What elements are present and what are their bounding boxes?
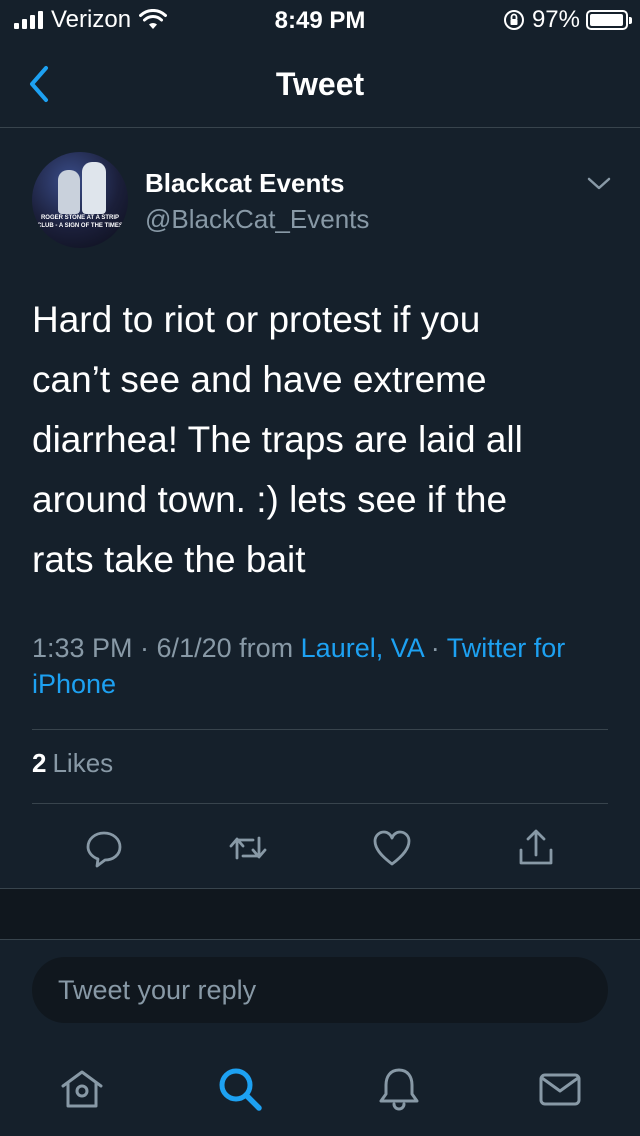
divider — [0, 939, 640, 940]
bell-icon — [379, 1068, 419, 1111]
page-title: Tweet — [275, 66, 365, 102]
tab-notifications[interactable] — [374, 1064, 424, 1114]
divider — [32, 729, 608, 730]
chevron-down-icon — [587, 177, 611, 190]
orientation-lock-icon — [503, 10, 524, 30]
location-link[interactable]: Laurel, VA — [301, 633, 424, 663]
avatar-caption: ROGER STONE AT A STRIP CLUB - A SIGN OF … — [37, 215, 123, 229]
display-name[interactable]: Blackcat Events — [145, 168, 344, 199]
tweet-timestamp: 1:33 PM · 6/1/20 — [32, 633, 232, 663]
home-icon — [61, 1070, 103, 1108]
avatar-figure — [58, 170, 80, 214]
search-icon — [219, 1068, 262, 1111]
share-button[interactable] — [514, 826, 558, 870]
likes-count: 2 — [32, 748, 47, 778]
tab-bar — [0, 1040, 640, 1136]
heart-icon — [373, 830, 411, 866]
tab-home[interactable] — [57, 1064, 107, 1114]
reply-input[interactable]: Tweet your reply — [32, 957, 608, 1023]
more-options-button[interactable] — [586, 174, 612, 194]
user-handle[interactable]: @BlackCat_Events — [145, 204, 369, 235]
share-icon — [519, 829, 553, 865]
nav-bar: Tweet — [0, 40, 640, 128]
status-bar: Verizon 8:49 PM 97% — [0, 0, 640, 40]
retweet-button[interactable] — [226, 826, 270, 870]
retweet-icon — [229, 836, 267, 860]
divider — [32, 803, 608, 804]
status-right: 97% — [502, 6, 632, 34]
tweet-header: ROGER STONE AT A STRIP CLUB - A SIGN OF … — [32, 152, 612, 252]
reply-placeholder: Tweet your reply — [58, 975, 257, 1005]
tweet-text: Hard to riot or protest if you can’t see… — [32, 299, 523, 580]
reply-button[interactable] — [82, 826, 126, 870]
likes-stat[interactable]: 2 Likes — [32, 748, 113, 779]
from-label: from — [239, 633, 294, 663]
like-button[interactable] — [370, 826, 414, 870]
tab-messages[interactable] — [535, 1064, 585, 1114]
mail-icon — [539, 1073, 581, 1106]
avatar-figure — [82, 162, 106, 214]
comment-icon — [86, 831, 122, 868]
action-bar — [32, 820, 608, 880]
likes-label: Likes — [52, 748, 114, 778]
battery-percent: 97% — [531, 6, 580, 33]
section-gap — [0, 889, 640, 939]
battery-fill — [590, 14, 623, 26]
battery-icon — [586, 10, 632, 30]
tab-search[interactable] — [215, 1064, 265, 1114]
meta-separator: · — [430, 633, 440, 663]
avatar[interactable]: ROGER STONE AT A STRIP CLUB - A SIGN OF … — [32, 152, 128, 248]
tweet-meta: 1:33 PM · 6/1/20 from Laurel, VA · Twitt… — [32, 630, 612, 702]
